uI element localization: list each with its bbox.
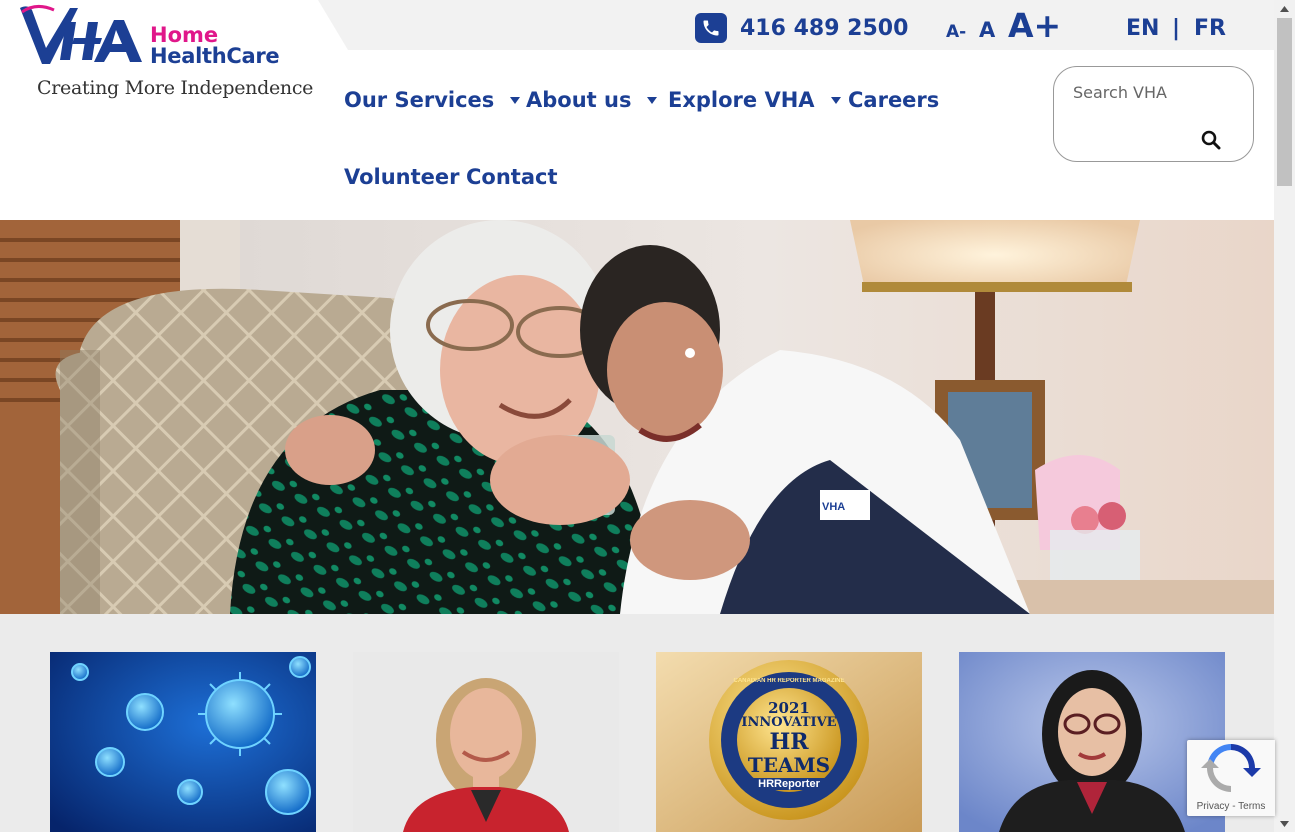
award-arc-text: CANADIAN HR REPORTER MAGAZINE [733, 678, 845, 684]
scrollbar-thumb[interactable] [1277, 18, 1292, 186]
card-staff-portrait-2[interactable] [959, 652, 1225, 832]
phone-contact[interactable]: 416 489 2500 [695, 12, 908, 44]
language-fr-link[interactable]: FR [1194, 16, 1226, 41]
logo-healthcare-text: HealthCare [150, 44, 280, 68]
scroll-down-arrow-icon[interactable] [1274, 815, 1295, 832]
nav-explore-vha[interactable]: Explore VHA [668, 88, 841, 112]
page-scrollbar[interactable] [1274, 0, 1295, 832]
nav-volunteer[interactable]: Volunteer [344, 165, 460, 189]
woman-red-jacket-image [353, 652, 619, 832]
search-button[interactable] [1198, 127, 1224, 153]
award-badge-text: CANADIAN HR REPORTER MAGAZINE 2021 INNOV… [656, 652, 922, 832]
nav-label: Careers [848, 88, 940, 112]
card-staff-portrait-1[interactable] [353, 652, 619, 832]
language-en-link[interactable]: EN [1126, 16, 1159, 41]
award-line3: TEAMS [747, 753, 831, 777]
search-icon [1201, 130, 1221, 150]
nav-label: Volunteer [344, 165, 460, 189]
font-decrease-button[interactable]: A- [946, 22, 966, 62]
chevron-down-icon [510, 96, 521, 104]
award-line2: HR [769, 729, 809, 755]
vha-logo-mark [20, 5, 142, 64]
chevron-down-icon [647, 96, 658, 104]
nav-about-us[interactable]: About us [526, 88, 658, 112]
font-increase-button[interactable]: A+ [1008, 6, 1061, 46]
phone-icon [695, 13, 727, 43]
hero-image: VHA [0, 220, 1274, 614]
recaptcha-badge[interactable]: Privacy - Terms [1187, 740, 1275, 816]
nav-label: Contact [466, 165, 558, 189]
nav-our-services[interactable]: Our Services [344, 88, 521, 112]
nav-contact[interactable]: Contact [466, 165, 558, 189]
card-coronavirus[interactable] [50, 652, 316, 832]
recaptcha-privacy-terms[interactable]: Privacy - Terms [1187, 801, 1275, 812]
nav-label: Our Services [344, 88, 495, 112]
logo-home-text: Home [150, 23, 219, 47]
featured-cards: CANADIAN HR REPORTER MAGAZINE 2021 INNOV… [0, 614, 1274, 832]
award-footer: HRReporter [749, 778, 829, 790]
search-box [1053, 66, 1254, 162]
scroll-up-arrow-icon[interactable] [1274, 0, 1295, 17]
vha-logo[interactable]: Home HealthCare Creating More Independen… [18, 4, 313, 104]
nav-label: About us [526, 88, 632, 112]
nav-label: Explore VHA [668, 88, 815, 112]
recaptcha-icon [1201, 744, 1261, 792]
nav-careers[interactable]: Careers [848, 88, 939, 112]
svg-text:VHA: VHA [822, 501, 845, 513]
site-header: Home HealthCare Creating More Independen… [0, 0, 1274, 220]
card-hr-award[interactable]: CANADIAN HR REPORTER MAGAZINE 2021 INNOV… [656, 652, 922, 832]
font-normal-button[interactable]: A [979, 18, 995, 58]
logo-tagline: Creating More Independence [37, 77, 314, 99]
language-separator: | [1172, 16, 1181, 41]
coronavirus-image [50, 652, 316, 832]
search-input[interactable] [1073, 79, 1233, 105]
award-line1: INNOVATIVE [741, 715, 837, 730]
phone-number[interactable]: 416 489 2500 [740, 16, 908, 41]
chevron-down-icon [830, 96, 841, 104]
woman-glasses-image [959, 652, 1225, 832]
